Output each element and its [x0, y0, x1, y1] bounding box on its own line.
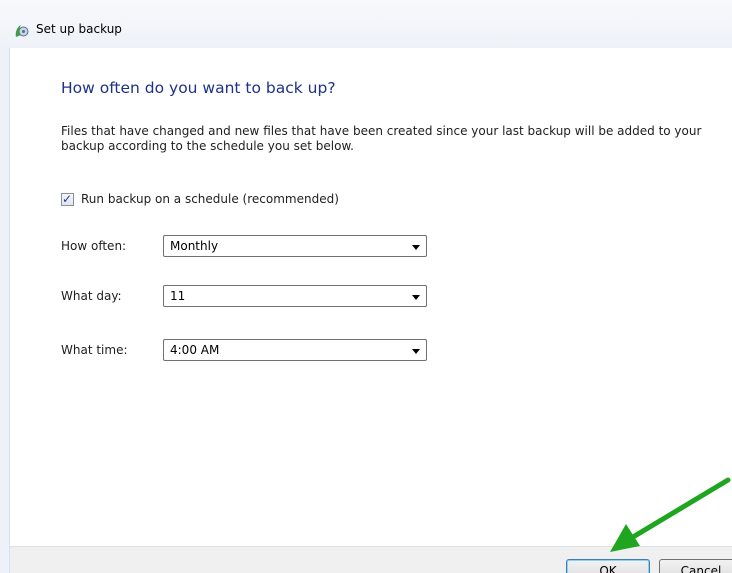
what-time-label: What time: — [61, 343, 128, 357]
page-description: Files that have changed and new files th… — [61, 124, 702, 153]
schedule-checkbox-label[interactable]: Run backup on a schedule (recommended) — [81, 192, 339, 206]
page-heading: How often do you want to back up? — [61, 79, 336, 97]
set-up-backup-window: Set up backup How often do you want to b… — [0, 0, 732, 573]
chevron-down-icon[interactable] — [412, 295, 420, 300]
schedule-checkbox[interactable]: ✓ — [61, 191, 74, 206]
what-day-dropdown[interactable]: 11 — [163, 285, 427, 307]
schedule-checkbox-row[interactable]: ✓ Run backup on a schedule (recommended) — [61, 191, 339, 207]
backup-icon — [13, 23, 29, 39]
what-time-dropdown[interactable]: 4:00 AM — [163, 339, 427, 361]
chevron-down-icon[interactable] — [412, 245, 420, 250]
window-frame-left — [0, 48, 10, 573]
title-bar: Set up backup — [0, 0, 732, 48]
ok-button[interactable]: OK — [566, 559, 650, 573]
what-day-label: What day: — [61, 289, 122, 303]
what-day-value: 11 — [170, 289, 186, 303]
window-title: Set up backup — [36, 22, 122, 36]
cancel-button[interactable]: Cancel — [659, 559, 732, 573]
what-time-value: 4:00 AM — [170, 343, 220, 357]
how-often-dropdown[interactable]: Monthly — [163, 235, 427, 257]
checkmark-icon: ✓ — [62, 191, 73, 206]
how-often-value: Monthly — [170, 239, 219, 253]
chevron-down-icon[interactable] — [412, 349, 420, 354]
how-often-label: How often: — [61, 239, 127, 253]
